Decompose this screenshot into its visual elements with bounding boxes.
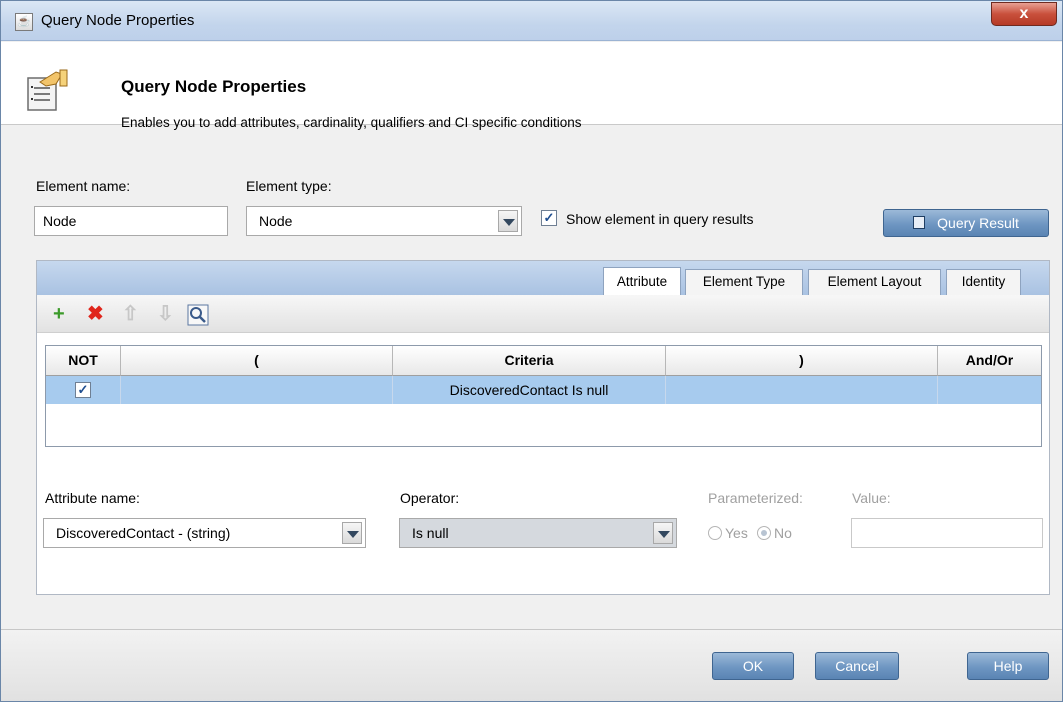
operator-select[interactable]: Is null (399, 518, 677, 548)
open-paren-cell[interactable] (121, 376, 393, 404)
search-icon[interactable] (187, 304, 209, 326)
element-type-select[interactable]: Node (246, 206, 522, 236)
operator-label: Operator: (400, 490, 460, 506)
value-label: Value: (852, 490, 891, 506)
move-down-icon[interactable]: ⇩ (157, 304, 174, 324)
chevron-down-icon[interactable] (653, 522, 673, 544)
show-in-results-label: Show element in query results (566, 211, 754, 227)
element-type-value: Node (259, 213, 293, 229)
tab-attribute[interactable]: Attribute (603, 267, 681, 295)
query-result-button[interactable]: Query Result (883, 209, 1049, 237)
help-button[interactable]: Help (967, 652, 1049, 680)
close-paren-cell[interactable] (666, 376, 938, 404)
ok-button[interactable]: OK (712, 652, 794, 680)
not-checkbox[interactable]: ✓ (75, 382, 91, 398)
dialog-footer: OK Cancel Help (1, 629, 1062, 701)
dialog-header: Query Node Properties Enables you to add… (1, 42, 1062, 130)
no-label: No (774, 525, 792, 541)
chevron-down-icon[interactable] (498, 210, 518, 232)
header-title: Query Node Properties (121, 77, 307, 96)
column-header-criteria[interactable]: Criteria (393, 346, 666, 376)
and-or-cell[interactable] (938, 376, 1041, 404)
attribute-panel: Attribute Element Type Element Layout Id… (36, 260, 1050, 595)
table-row[interactable]: ✓ DiscoveredContact Is null (46, 376, 1041, 404)
tab-element-layout[interactable]: Element Layout (808, 269, 941, 295)
attribute-name-value: DiscoveredContact - (string) (56, 525, 231, 541)
header-subtitle: Enables you to add attributes, cardinali… (121, 115, 582, 130)
move-up-icon[interactable]: ⇧ (122, 304, 139, 324)
show-in-results-checkbox[interactable]: ✓ (541, 210, 557, 226)
element-name-label: Element name: (36, 178, 131, 194)
parameterized-label: Parameterized: (708, 490, 803, 506)
tab-element-type[interactable]: Element Type (685, 269, 803, 295)
query-node-properties-dialog: ☕ Query Node Properties x Query Node Pro… (0, 0, 1063, 702)
cancel-button[interactable]: Cancel (815, 652, 899, 680)
column-header-and-or[interactable]: And/Or (938, 346, 1041, 376)
column-header-open-paren[interactable]: ( (121, 346, 393, 376)
add-icon[interactable]: + (53, 304, 65, 324)
criteria-cell[interactable]: DiscoveredContact Is null (393, 376, 666, 404)
close-button[interactable]: x (991, 2, 1057, 26)
not-cell[interactable]: ✓ (46, 376, 121, 404)
operator-value: Is null (412, 525, 449, 541)
tab-identity[interactable]: Identity (946, 269, 1021, 295)
column-header-close-paren[interactable]: ) (666, 346, 938, 376)
criteria-toolbar: + ✖ ⇧ ⇩ (37, 295, 1049, 333)
calculator-icon (913, 216, 926, 229)
attribute-name-label: Attribute name: (45, 490, 140, 506)
tab-bar: Attribute Element Type Element Layout Id… (37, 261, 1049, 295)
chevron-down-icon[interactable] (342, 522, 362, 544)
properties-icon (27, 69, 68, 111)
query-result-label: Query Result (937, 215, 1019, 231)
delete-icon[interactable]: ✖ (87, 304, 104, 324)
element-name-input[interactable]: Node (34, 206, 228, 236)
java-app-icon: ☕ (15, 13, 33, 31)
no-radio[interactable] (757, 526, 771, 540)
value-input[interactable] (851, 518, 1043, 548)
title-bar[interactable]: ☕ Query Node Properties x (1, 1, 1062, 41)
column-header-not[interactable]: NOT (46, 346, 121, 376)
criteria-table: NOT ( Criteria ) And/Or ✓ DiscoveredCont… (45, 345, 1042, 447)
attribute-name-select[interactable]: DiscoveredContact - (string) (43, 518, 366, 548)
yes-radio[interactable] (708, 526, 722, 540)
window-title: Query Node Properties (41, 12, 195, 29)
element-type-label: Element type: (246, 178, 332, 194)
yes-label: Yes (725, 525, 748, 541)
